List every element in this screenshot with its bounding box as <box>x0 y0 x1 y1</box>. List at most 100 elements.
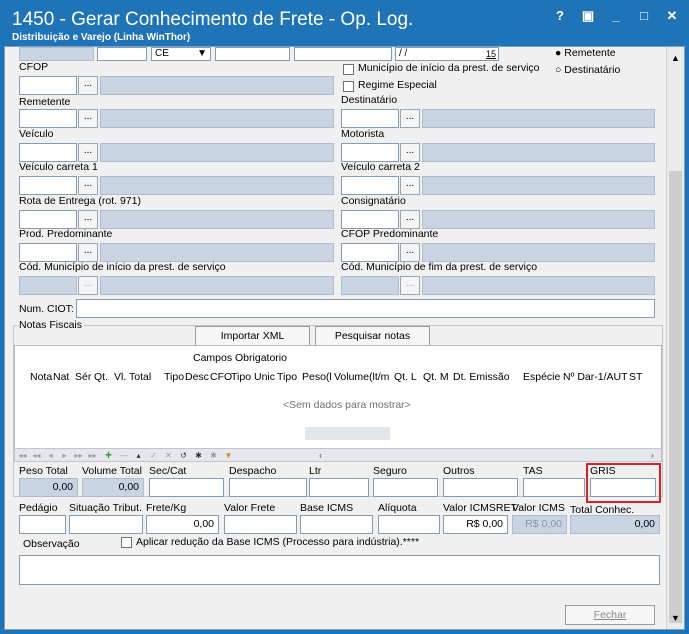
edit-record-icon[interactable]: ▴ <box>133 450 144 461</box>
cod-mun-inicio-lookup-button[interactable]: ... <box>78 276 98 295</box>
rota-input[interactable] <box>19 210 77 229</box>
fechar-button[interactable]: Fechar <box>565 605 655 625</box>
grid-col-tipo3[interactable]: Tipo <box>277 371 297 383</box>
consignatario-lookup-button[interactable]: ... <box>400 210 420 229</box>
radio-remetente[interactable]: ● Remetente <box>555 47 616 59</box>
cfop-lookup-button[interactable]: ... <box>78 76 98 95</box>
grid-col-tipo1[interactable]: Tipo <box>164 371 184 383</box>
grid-col-vl-total[interactable]: Vl. Total <box>114 371 151 383</box>
notas-grid[interactable]: Campos Obrigatorio Nota Nat Sér Qt. Vl. … <box>14 345 662 457</box>
date-field[interactable]: / /15 <box>395 47 499 61</box>
grid-col-volume[interactable]: Volume(lt/m <box>334 371 389 383</box>
top-field-3[interactable] <box>215 47 290 61</box>
form-vertical-scrollbar[interactable]: ▲ ▼ <box>666 47 684 629</box>
prev-record-icon[interactable]: ◂ <box>45 450 56 461</box>
consignatario-input[interactable] <box>341 210 399 229</box>
grid-col-qt-l[interactable]: Qt. L <box>394 371 417 383</box>
veiculo-carreta2-lookup-button[interactable]: ... <box>400 176 420 195</box>
gris-input[interactable] <box>590 478 656 497</box>
delete-record-icon[interactable]: — <box>118 450 129 461</box>
grid-col-dar[interactable]: Nº Dar-1/AUT <box>563 371 628 383</box>
prod-predominante-lookup-button[interactable]: ... <box>78 243 98 262</box>
destinatario-input[interactable] <box>341 109 399 128</box>
grid-col-unid[interactable]: Unic <box>254 371 275 383</box>
prod-predominante-input[interactable] <box>19 243 77 262</box>
base-icms-input[interactable] <box>300 515 373 534</box>
veiculo-input[interactable] <box>19 143 77 162</box>
valor-icmsret-input[interactable]: R$ 0,00 <box>443 515 508 534</box>
top-field-2[interactable] <box>97 47 147 61</box>
goto-bookmark-icon[interactable]: ✱ <box>208 450 219 461</box>
grid-col-st[interactable]: ST <box>629 371 642 383</box>
grid-col-nat[interactable]: Nat <box>53 371 69 383</box>
sec-cat-input[interactable] <box>149 478 224 497</box>
veiculo-carreta1-lookup-button[interactable]: ... <box>78 176 98 195</box>
grid-col-tipo2[interactable]: Tipo <box>231 371 251 383</box>
first-record-icon[interactable]: ◂◂ <box>17 450 28 461</box>
top-field-4[interactable] <box>294 47 392 61</box>
refresh-icon[interactable]: ↺ <box>178 450 189 461</box>
grid-col-cfo[interactable]: CFO <box>210 371 232 383</box>
remetente-lookup-button[interactable]: ... <box>78 109 98 128</box>
pesquisar-notas-button[interactable]: Pesquisar notas <box>315 326 430 346</box>
regime-especial-checkbox[interactable] <box>343 81 354 92</box>
tas-input[interactable] <box>523 478 585 497</box>
close-icon[interactable]: ✕ <box>665 8 679 24</box>
ltr-input[interactable] <box>309 478 369 497</box>
grid-col-especie[interactable]: Espécie <box>523 371 560 383</box>
radio-destinatario[interactable]: ○ Destinatário <box>555 64 620 76</box>
add-record-icon[interactable]: + <box>103 449 114 461</box>
grid-col-dt-emissao[interactable]: Dt. Emissão <box>453 371 510 383</box>
valor-frete-input[interactable] <box>224 515 297 534</box>
uf-select[interactable]: CE ▼ <box>151 47 211 61</box>
destinatario-lookup-button[interactable]: ... <box>400 109 420 128</box>
veiculo-carreta2-input[interactable] <box>341 176 399 195</box>
next-record-icon[interactable]: ▸ <box>59 450 70 461</box>
minimize-icon[interactable]: _ <box>609 8 623 24</box>
scroll-down-icon[interactable]: ▼ <box>671 613 680 623</box>
veiculo-lookup-button[interactable]: ... <box>78 143 98 162</box>
mun-inicio-checkbox[interactable] <box>343 64 354 75</box>
veiculo-carreta1-input[interactable] <box>19 176 77 195</box>
next-page-icon[interactable]: ▸▸ <box>73 450 84 461</box>
scroll-up-icon[interactable]: ▲ <box>671 53 680 63</box>
rota-lookup-button[interactable]: ... <box>78 210 98 229</box>
maximize-icon[interactable]: □ <box>637 8 651 24</box>
scrollbar-thumb[interactable] <box>669 171 682 623</box>
last-record-icon[interactable]: ▸▸ <box>87 450 98 461</box>
situacao-tribut-input[interactable] <box>69 515 143 534</box>
grid-col-qt-m[interactable]: Qt. M <box>423 371 449 383</box>
grid-col-nota[interactable]: Nota <box>30 371 52 383</box>
scroll-right-icon[interactable]: › <box>647 450 658 461</box>
outros-input[interactable] <box>443 478 518 497</box>
despacho-input[interactable] <box>229 478 307 497</box>
calendar-icon[interactable]: 15 <box>486 48 496 60</box>
bookmark-icon[interactable]: ✱ <box>193 450 204 461</box>
grid-col-desc[interactable]: Desc <box>185 371 209 383</box>
cfop-predominante-lookup-button[interactable]: ... <box>400 243 420 262</box>
seguro-input[interactable] <box>373 478 438 497</box>
importar-xml-button[interactable]: Importar XML <box>195 326 310 346</box>
filter-icon[interactable]: ▼ <box>223 450 234 461</box>
grid-col-qt[interactable]: Qt. <box>94 371 108 383</box>
motorista-input[interactable] <box>341 143 399 162</box>
aliquota-input[interactable] <box>378 515 440 534</box>
motorista-lookup-button[interactable]: ... <box>400 143 420 162</box>
cfop-predominante-input[interactable] <box>341 243 399 262</box>
grid-hscroll-thumb[interactable] <box>305 427 390 440</box>
cancel-record-icon[interactable]: ✕ <box>163 450 174 461</box>
observacao-textarea[interactable] <box>19 555 660 585</box>
grid-col-peso[interactable]: Peso(l <box>302 371 332 383</box>
grid-col-ser[interactable]: Sér <box>75 371 91 383</box>
restore-icon[interactable]: ▣ <box>581 8 595 24</box>
help-icon[interactable]: ? <box>553 8 567 24</box>
prev-page-icon[interactable]: ◂◂ <box>31 450 42 461</box>
num-ciot-input[interactable] <box>76 299 655 318</box>
pedagio-input[interactable] <box>19 515 66 534</box>
aplicar-reducao-checkbox[interactable] <box>121 537 132 548</box>
cfop-input[interactable] <box>19 76 77 95</box>
remetente-input[interactable] <box>19 109 77 128</box>
frete-kg-input[interactable]: 0,00 <box>146 515 219 534</box>
scroll-left-icon[interactable]: ‹ <box>315 450 326 461</box>
post-record-icon[interactable]: ✓ <box>148 450 159 461</box>
